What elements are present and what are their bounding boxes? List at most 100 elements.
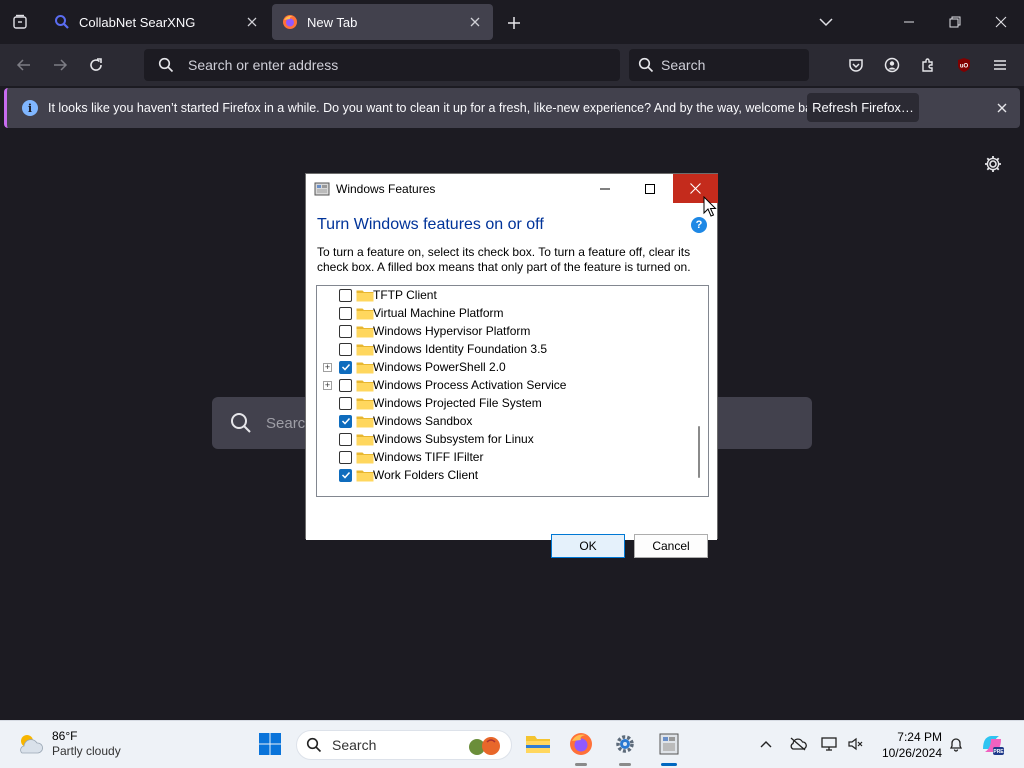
expand-icon[interactable]: +	[323, 380, 332, 390]
feature-checkbox[interactable]	[339, 306, 352, 320]
app-menu-button[interactable]	[988, 53, 1012, 77]
folder-icon	[356, 434, 374, 445]
close-tab-icon[interactable]	[244, 14, 260, 30]
puzzle-icon	[922, 58, 933, 72]
feature-label: Windows Process Activation Service	[373, 378, 567, 392]
copilot-button[interactable]: PRE	[977, 729, 1007, 759]
dialog-heading: Turn Windows features on or off	[317, 216, 544, 233]
feature-checkbox[interactable]	[339, 450, 352, 464]
help-icon[interactable]: ?	[691, 217, 707, 233]
feature-checkbox[interactable]	[339, 396, 352, 410]
feature-checkbox[interactable]	[339, 468, 352, 482]
feature-row[interactable]: Windows Projected File System	[317, 394, 687, 412]
windows-logo-icon	[259, 733, 281, 755]
settings-gear-icon	[616, 735, 634, 753]
forward-button[interactable]	[48, 53, 72, 77]
plus-icon	[508, 17, 520, 29]
dialog-title-bar[interactable]: Windows Features	[306, 174, 718, 203]
tab-new-tab[interactable]: New Tab	[272, 4, 493, 40]
windows-features-taskbar-button[interactable]	[654, 729, 684, 759]
feature-checkbox[interactable]	[339, 414, 352, 428]
feature-label: Work Folders Client	[373, 468, 479, 482]
taskbar: 86°F Partly cloudy Search 7:24 PM 10/26/…	[0, 720, 1024, 768]
cancel-button[interactable]: Cancel	[634, 534, 708, 558]
show-hidden-icons-button[interactable]	[757, 735, 775, 753]
feature-label: Windows Subsystem for Linux	[373, 432, 534, 446]
network-tray-button[interactable]	[821, 735, 839, 753]
close-window-button[interactable]	[978, 0, 1024, 44]
folder-icon	[356, 362, 374, 373]
feature-row[interactable]: Windows Identity Foundation 3.5	[317, 340, 687, 358]
file-explorer-button[interactable]	[523, 729, 553, 759]
feature-row[interactable]: TFTP Client	[317, 286, 687, 304]
feature-checkbox[interactable]	[339, 324, 352, 338]
feature-checkbox[interactable]	[339, 288, 352, 302]
tab-searxng[interactable]: CollabNet SearXNG	[44, 4, 270, 40]
dialog-maximize-button[interactable]	[627, 174, 672, 203]
onedrive-tray-button[interactable]	[789, 735, 807, 753]
searxng-icon	[54, 14, 70, 30]
taskbar-clock[interactable]: 7:24 PM 10/26/2024	[876, 729, 942, 761]
url-bar[interactable]: Search or enter address	[144, 49, 620, 81]
reload-button[interactable]	[84, 53, 108, 77]
volume-muted-icon	[848, 737, 863, 751]
folder-icon	[526, 736, 550, 753]
account-button[interactable]	[880, 53, 904, 77]
search-icon	[158, 57, 174, 73]
tree-scrollbar-thumb[interactable]	[698, 426, 700, 478]
feature-checkbox[interactable]	[339, 360, 352, 374]
folder-icon	[356, 470, 374, 481]
restore-button[interactable]	[932, 0, 978, 44]
start-button[interactable]	[255, 729, 285, 759]
feature-row[interactable]: + Windows PowerShell 2.0	[317, 358, 687, 376]
firefox-icon	[570, 733, 592, 755]
windows-features-app-icon	[314, 182, 330, 195]
firefox-taskbar-button[interactable]	[566, 729, 596, 759]
feature-checkbox[interactable]	[339, 378, 352, 392]
feature-row[interactable]: Windows Subsystem for Linux	[317, 430, 687, 448]
url-bar-placeholder: Search or enter address	[188, 57, 339, 73]
ok-button[interactable]: OK	[551, 534, 625, 558]
feature-row[interactable]: Work Folders Client	[317, 466, 687, 484]
tab-label: New Tab	[307, 14, 358, 30]
close-notification-icon[interactable]	[994, 100, 1010, 116]
search-icon	[638, 57, 654, 73]
feature-row[interactable]: Windows TIFF IFilter	[317, 448, 687, 466]
feature-row[interactable]: Windows Sandbox	[317, 412, 687, 430]
feature-checkbox[interactable]	[339, 342, 352, 356]
newtab-settings-button[interactable]	[983, 154, 1003, 174]
notifications-button[interactable]	[947, 735, 965, 753]
minimize-button[interactable]	[886, 0, 932, 44]
list-tabs-dropdown-button[interactable]	[803, 0, 849, 44]
arrow-right-icon	[54, 59, 68, 71]
checkmark-icon	[341, 471, 350, 479]
expand-icon[interactable]: +	[323, 362, 332, 372]
feature-row[interactable]: Windows Hypervisor Platform	[317, 322, 687, 340]
dialog-description: To turn a feature on, select its check b…	[317, 245, 691, 274]
features-tree[interactable]: TFTP Client Virtual Machine Platform Windo…	[316, 285, 709, 497]
list-all-tabs-button[interactable]	[0, 0, 40, 44]
close-tab-icon[interactable]	[467, 14, 483, 30]
search-icon	[306, 737, 322, 753]
feature-row[interactable]: Virtual Machine Platform	[317, 304, 687, 322]
feature-label: Windows TIFF IFilter	[373, 450, 484, 464]
pocket-button[interactable]	[844, 53, 868, 77]
weather-widget[interactable]: 86°F Partly cloudy	[16, 729, 121, 759]
refresh-firefox-button[interactable]: Refresh Firefox…	[807, 93, 919, 122]
extensions-button[interactable]	[916, 53, 940, 77]
ublock-button[interactable]: uO	[952, 53, 976, 77]
volume-tray-button[interactable]	[846, 735, 864, 753]
feature-checkbox[interactable]	[339, 432, 352, 446]
maximize-icon	[644, 183, 655, 194]
settings-taskbar-button[interactable]	[610, 729, 640, 759]
network-icon	[821, 737, 837, 751]
back-button[interactable]	[12, 53, 36, 77]
search-bar[interactable]: Search	[629, 49, 809, 81]
close-icon	[995, 16, 1007, 28]
windows-features-active-indicator	[661, 763, 677, 766]
taskbar-search[interactable]: Search	[296, 730, 512, 760]
settings-running-indicator	[619, 763, 631, 766]
dialog-minimize-button[interactable]	[582, 174, 627, 203]
feature-row[interactable]: + Windows Process Activation Service	[317, 376, 687, 394]
new-tab-button[interactable]	[503, 12, 525, 34]
